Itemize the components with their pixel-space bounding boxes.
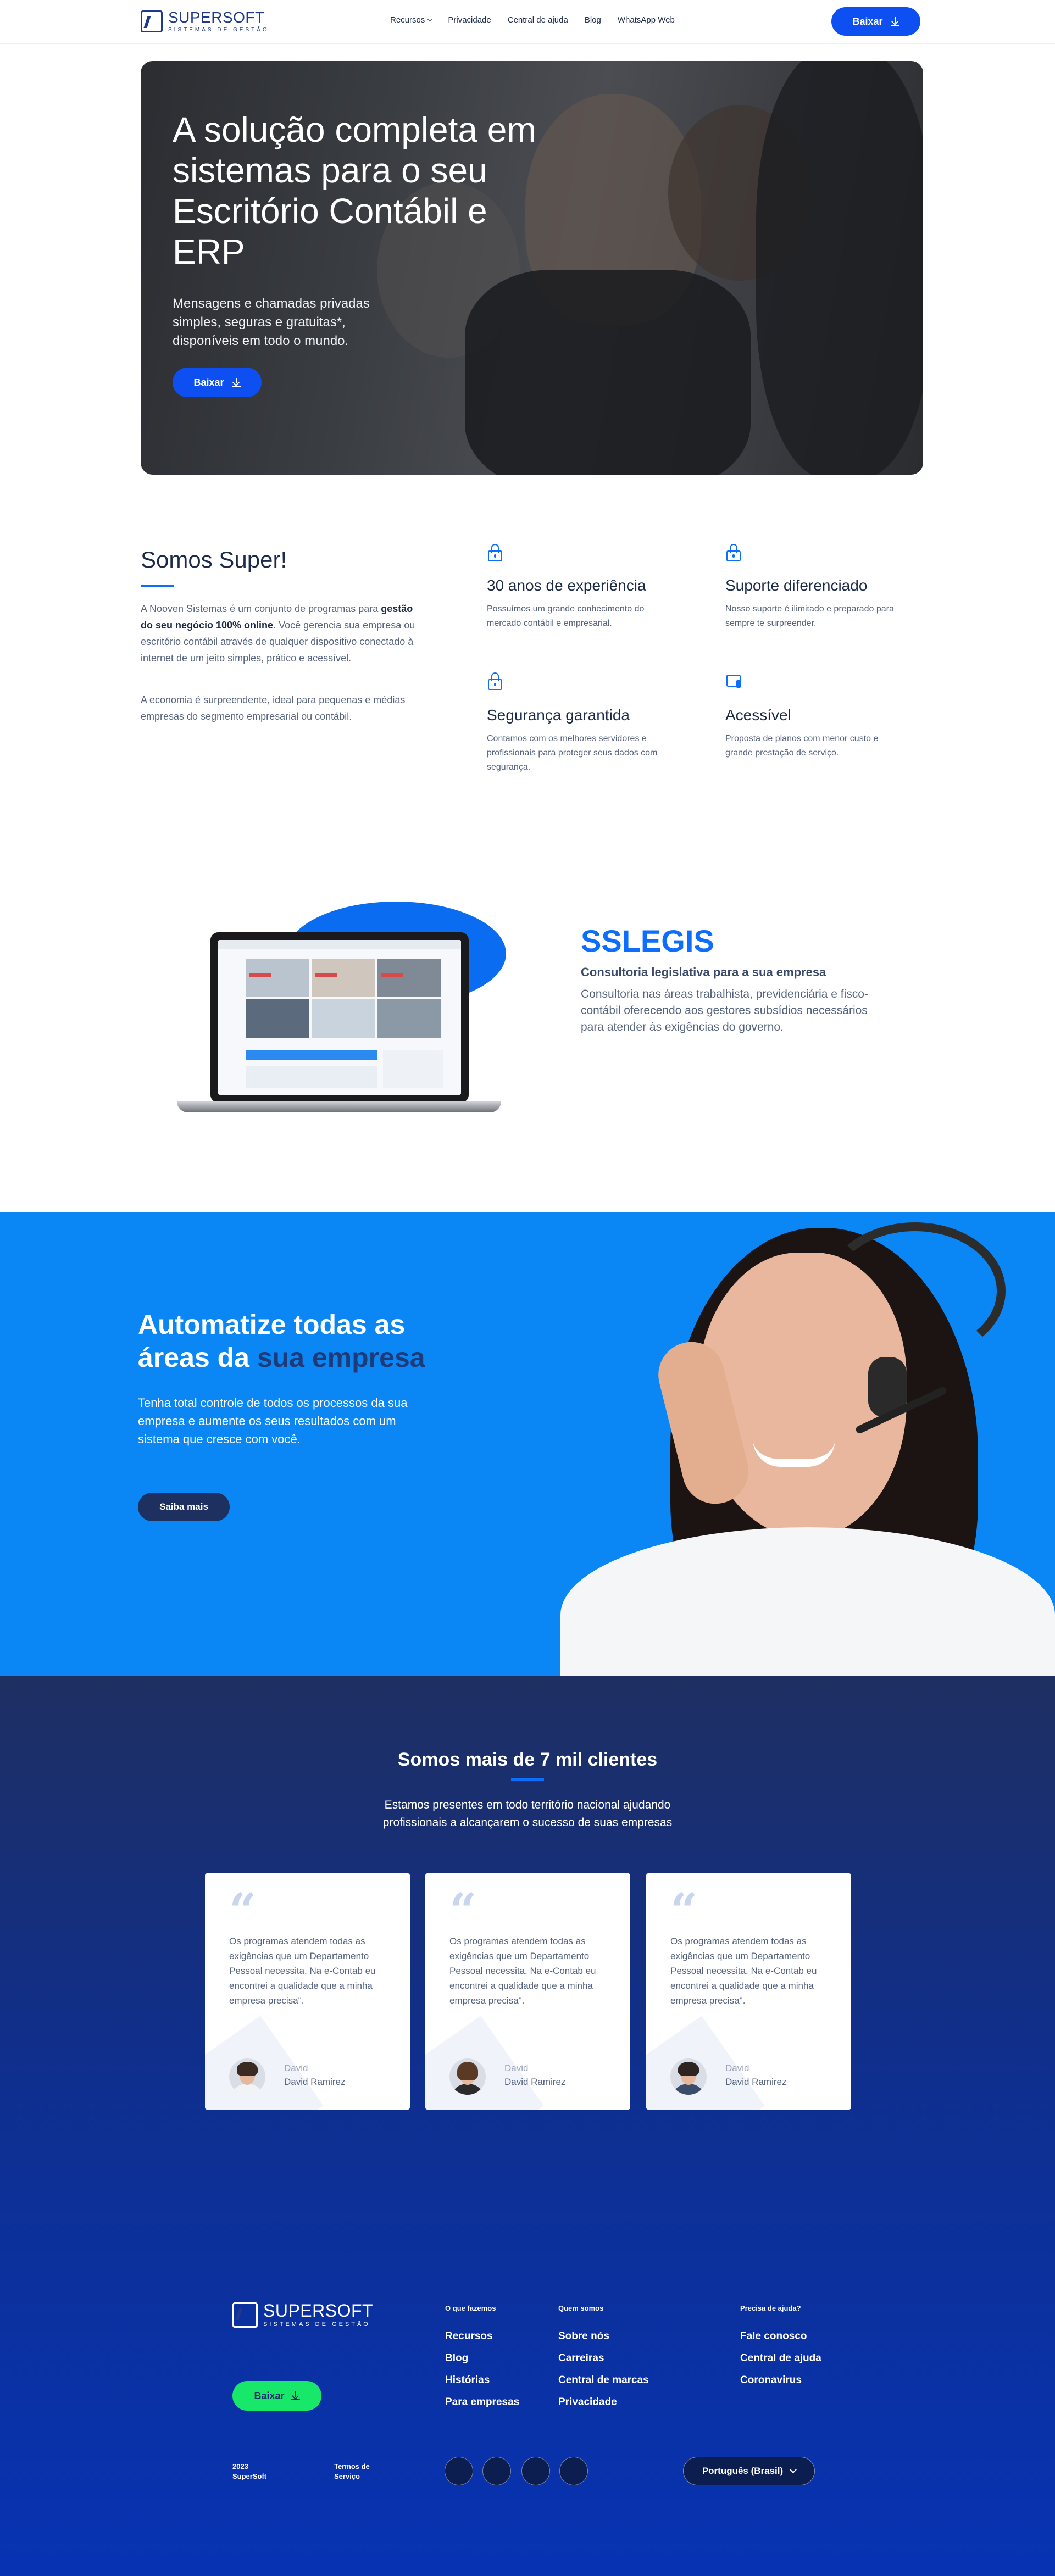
main-nav: Recursos Privacidade Central de ajuda Bl… xyxy=(390,15,675,25)
feature-title: Acessível xyxy=(725,706,791,724)
logo-mark-icon xyxy=(141,10,163,32)
social-icon[interactable] xyxy=(521,2457,550,2485)
automatize-text: Tenha total controle de todos os process… xyxy=(138,1396,408,1446)
clients-title: Somos mais de 7 mil clientes xyxy=(397,1749,658,1770)
clients-subtitle: Estamos presentes em todo território nac… xyxy=(382,1799,673,1829)
clients-title-underline xyxy=(511,1778,544,1781)
feature-text: Proposta de planos com menor custo e gra… xyxy=(725,734,879,758)
footer-link-recursos[interactable]: Recursos xyxy=(445,2330,493,2343)
footer-col-title: Quem somos xyxy=(558,2304,604,2312)
about-paragraph-2: A economia é surpreendente, ideal para p… xyxy=(141,694,406,722)
supersoft-logo[interactable]: SUPERSOFT SISTEMAS DE GESTÃO xyxy=(141,10,269,33)
testimonial-fullname: David Ramirez xyxy=(504,2077,566,2087)
automatize-title: Automatize todas as áreas da sua empresa xyxy=(138,1309,425,1373)
laptop-mockup xyxy=(210,932,469,1103)
avatar xyxy=(229,2058,265,2095)
testimonial-card: “ Os programas atendem todas as exigênci… xyxy=(205,1873,410,2110)
lock-icon xyxy=(487,672,503,691)
footer-link-para-empresas[interactable]: Para empresas xyxy=(445,2396,519,2408)
nav-blog[interactable]: Blog xyxy=(585,15,601,25)
footer-link-fale-conosco[interactable]: Fale conosco xyxy=(740,2330,807,2343)
footer-download-button[interactable]: Baixar xyxy=(232,2381,321,2411)
site-header: SUPERSOFT SISTEMAS DE GESTÃO Recursos Pr… xyxy=(0,0,1055,44)
language-selector[interactable]: Português (Brasil) xyxy=(683,2457,815,2485)
footer-logo-tagline: SISTEMAS DE GESTÃO xyxy=(263,2321,370,2328)
terms-link[interactable]: Termos de Serviço xyxy=(334,2462,370,2482)
testimonial-card: “ Os programas atendem todas as exigênci… xyxy=(646,1873,851,2110)
feature-title: Segurança garantida xyxy=(487,706,630,724)
download-icon xyxy=(291,2391,300,2400)
hero-download-button[interactable]: Baixar xyxy=(173,368,262,397)
testimonial-name: David xyxy=(725,2063,749,2073)
chevron-down-icon xyxy=(427,16,432,22)
chevron-down-icon xyxy=(790,2466,797,2473)
testimonial-quote: Os programas atendem todas as exigências… xyxy=(670,1936,817,2006)
footer-logo[interactable]: SUPERSOFT SISTEMAS DE GESTÃO xyxy=(232,2302,373,2328)
logo-mark-icon xyxy=(232,2302,258,2328)
footer-link-central-de-ajuda[interactable]: Central de ajuda xyxy=(740,2352,821,2364)
hero-banner: A solução completa em sistemas para o se… xyxy=(141,61,923,475)
footer-link-coronavirus[interactable]: Coronavirus xyxy=(740,2374,802,2386)
hero-subtitle: Mensagens e chamadas privadas simples, s… xyxy=(173,296,370,348)
nav-whatsapp-web[interactable]: WhatsApp Web xyxy=(618,15,675,25)
logo-tagline: SISTEMAS DE GESTÃO xyxy=(168,27,269,33)
testimonial-quote: Os programas atendem todas as exigências… xyxy=(449,1936,596,2006)
about-paragraph-1: A Nooven Sistemas é um conjunto de progr… xyxy=(141,603,415,664)
logo-name: SUPERSOFT xyxy=(168,9,265,26)
testimonial-name: David xyxy=(504,2063,529,2073)
social-icon[interactable] xyxy=(482,2457,511,2485)
feature-text: Nosso suporte é ilimitado e preparado pa… xyxy=(725,604,894,628)
feature-title: 30 anos de experiência xyxy=(487,577,646,594)
saiba-mais-button[interactable]: Saiba mais xyxy=(138,1493,230,1521)
laptop-base xyxy=(177,1101,501,1112)
download-icon xyxy=(890,17,899,26)
testimonial-fullname: David Ramirez xyxy=(284,2077,346,2087)
footer-col-title: O que fazemos xyxy=(445,2304,496,2312)
footer-link-central-de-marcas[interactable]: Central de marcas xyxy=(558,2374,649,2386)
social-icon[interactable] xyxy=(559,2457,588,2485)
nav-privacidade[interactable]: Privacidade xyxy=(448,15,491,25)
footer-link-carreiras[interactable]: Carreiras xyxy=(558,2352,604,2364)
footer-col-title: Precisa de ajuda? xyxy=(740,2304,801,2312)
lock-icon xyxy=(487,544,503,563)
testimonial-name: David xyxy=(284,2063,308,2073)
hero-title: A solução completa em sistemas para o se… xyxy=(173,110,536,271)
testimonial-quote: Os programas atendem todas as exigências… xyxy=(229,1936,376,2006)
footer-link-blog[interactable]: Blog xyxy=(445,2352,468,2364)
nav-recursos[interactable]: Recursos xyxy=(390,15,432,25)
footer-link-sobre-nos[interactable]: Sobre nós xyxy=(558,2330,609,2343)
about-title-underline xyxy=(141,585,174,587)
feature-text: Possuímos um grande conhecimento do merc… xyxy=(487,604,645,628)
testimonial-card: “ Os programas atendem todas as exigênci… xyxy=(425,1873,630,2110)
sslegis-subtitle: Consultoria legislativa para a sua empre… xyxy=(581,965,826,979)
nav-central-de-ajuda[interactable]: Central de ajuda xyxy=(508,15,568,25)
lock-icon xyxy=(725,544,742,563)
avatar xyxy=(670,2058,707,2095)
testimonial-fullname: David Ramirez xyxy=(725,2077,787,2087)
footer-link-historias[interactable]: Histórias xyxy=(445,2374,490,2386)
sslegis-description: Consultoria nas áreas trabalhista, previ… xyxy=(581,988,868,1033)
feature-title: Suporte diferenciado xyxy=(725,577,868,594)
copyright: 2023 SuperSoft xyxy=(232,2462,267,2480)
devices-icon xyxy=(725,672,742,691)
quote-icon: “ xyxy=(229,1883,257,1939)
headset-icon xyxy=(824,1222,1006,1360)
download-icon xyxy=(231,378,241,387)
social-icon[interactable] xyxy=(445,2457,473,2485)
feature-text: Contamos com os melhores servidores e pr… xyxy=(487,734,658,772)
quote-icon: “ xyxy=(670,1883,698,1939)
sslegis-title: SSLEGIS xyxy=(581,923,714,958)
about-title: Somos Super! xyxy=(141,547,287,572)
quote-icon: “ xyxy=(449,1883,477,1939)
avatar xyxy=(449,2058,486,2095)
footer-logo-name: SUPERSOFT xyxy=(263,2301,374,2321)
header-download-button[interactable]: Baixar xyxy=(831,7,920,36)
footer-link-privacidade[interactable]: Privacidade xyxy=(558,2396,617,2408)
